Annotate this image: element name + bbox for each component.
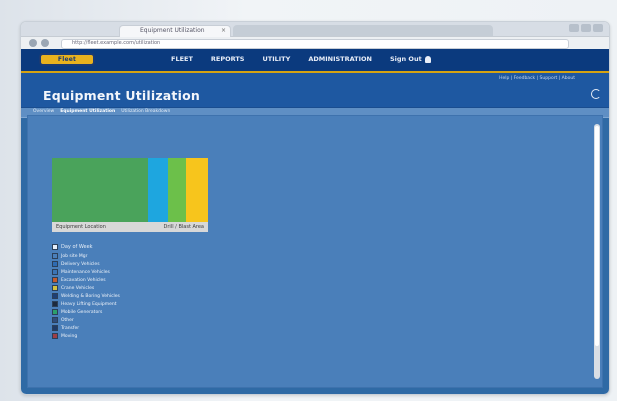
tab-close-icon[interactable]: ×	[221, 27, 226, 34]
legend-label: Moving	[61, 333, 78, 339]
treemap-right-label: Drill / Blast Area	[163, 224, 204, 230]
legend-item[interactable]: Excavation Vehicles	[52, 276, 120, 284]
legend-header-label: Day of Week	[61, 244, 93, 250]
app-logo[interactable]: Fleet	[39, 53, 95, 66]
treemap-block-secondary[interactable]	[148, 158, 168, 222]
legend-swatch	[52, 261, 58, 267]
breadcrumb-equipment-utilization[interactable]: Equipment Utilization	[60, 109, 115, 114]
minimize-icon[interactable]	[569, 24, 579, 32]
tab-title: Equipment Utilization	[140, 27, 205, 34]
legend-label: Mobile Generators	[61, 309, 103, 315]
main-nav: FLEET REPORTS UTILITY ADMINISTRATION Sig…	[171, 55, 431, 63]
refresh-icon[interactable]	[591, 89, 601, 99]
breadcrumb-list: Overview Equipment Utilization Utilizati…	[21, 109, 170, 114]
nav-user-label: Sign Out	[389, 55, 422, 63]
breadcrumb-overview[interactable]: Overview	[33, 109, 54, 114]
nav-user[interactable]: Sign Out	[390, 55, 431, 63]
legend-swatch	[52, 293, 58, 299]
legend-item[interactable]: Maintenance Vehicles	[52, 268, 120, 276]
legend-item[interactable]: Moving	[52, 332, 120, 340]
legend-item[interactable]: Delivery Vehicles	[52, 260, 120, 268]
tab-equipment-utilization[interactable]: Equipment Utilization ×	[119, 25, 231, 37]
treemap-left-label: Equipment Location	[56, 224, 106, 230]
legend-swatch	[52, 253, 58, 259]
legend: Day of Week Job site Mgr Delivery Vehicl…	[52, 244, 120, 340]
forward-icon[interactable]	[41, 39, 49, 47]
legend-label: Job site Mgr	[61, 253, 88, 259]
top-links[interactable]: Help | Feedback | Support | About	[499, 76, 575, 81]
back-icon[interactable]	[29, 39, 37, 47]
legend-item[interactable]: Crane Vehicles	[52, 284, 120, 292]
legend-swatch	[52, 325, 58, 331]
legend-label: Welding & Boring Vehicles	[61, 293, 120, 299]
maximize-icon[interactable]	[581, 24, 591, 32]
legend-label: Heavy Lifting Equipment	[61, 301, 117, 307]
browser-window: Equipment Utilization × http://fleet.exa…	[20, 21, 610, 395]
legend-swatch	[52, 277, 58, 283]
legend-swatch	[52, 309, 58, 315]
legend-swatch	[52, 285, 58, 291]
legend-item[interactable]: Other	[52, 316, 120, 324]
legend-item[interactable]: Mobile Generators	[52, 308, 120, 316]
legend-header: Day of Week	[52, 244, 120, 250]
utilization-treemap[interactable]: Equipment Location Drill / Blast Area	[52, 158, 208, 232]
legend-swatch	[52, 269, 58, 275]
legend-swatch	[52, 301, 58, 307]
legend-label: Excavation Vehicles	[61, 277, 106, 283]
legend-label: Delivery Vehicles	[61, 261, 100, 267]
nav-reports[interactable]: REPORTS	[211, 55, 245, 63]
close-window-icon[interactable]	[593, 24, 603, 32]
treemap-block-main[interactable]	[52, 158, 148, 222]
nav-utility[interactable]: UTILITY	[262, 55, 290, 63]
nav-fleet[interactable]: FLEET	[171, 55, 193, 63]
legend-swatch	[52, 317, 58, 323]
url-text: http://fleet.example.com/utilization	[72, 40, 161, 46]
legend-item[interactable]: Job site Mgr	[52, 252, 120, 260]
legend-swatch	[52, 333, 58, 339]
tab-strip: Equipment Utilization ×	[21, 22, 609, 37]
tab-other[interactable]	[233, 25, 493, 36]
logo-text: Fleet	[57, 56, 77, 63]
legend-item[interactable]: Heavy Lifting Equipment	[52, 300, 120, 308]
legend-label: Crane Vehicles	[61, 285, 95, 291]
url-input[interactable]: http://fleet.example.com/utilization	[61, 39, 569, 49]
treemap-block-tertiary[interactable]	[168, 158, 186, 222]
content-panel: Equipment Location Drill / Blast Area Da…	[27, 115, 603, 388]
legend-item[interactable]: Transfer	[52, 324, 120, 332]
scrollbar-thumb[interactable]	[595, 126, 599, 346]
title-bar: Help | Feedback | Support | About Equipm…	[21, 73, 609, 107]
legend-label: Transfer	[61, 325, 80, 331]
app-viewport: Fleet FLEET REPORTS UTILITY ADMINISTRATI…	[21, 49, 609, 394]
treemap-label-strip: Equipment Location Drill / Blast Area	[52, 222, 208, 232]
treemap-block-other[interactable]	[186, 158, 208, 222]
vertical-scrollbar[interactable]	[594, 124, 600, 379]
legend-header-swatch	[52, 244, 58, 250]
breadcrumb-utilization-breakdown[interactable]: Utilization Breakdown	[121, 109, 170, 114]
legend-label: Maintenance Vehicles	[61, 269, 110, 275]
page-title: Equipment Utilization	[43, 88, 200, 103]
legend-item[interactable]: Welding & Boring Vehicles	[52, 292, 120, 300]
legend-label: Other	[61, 317, 74, 323]
user-icon	[424, 55, 431, 63]
nav-administration[interactable]: ADMINISTRATION	[308, 55, 372, 63]
top-navigation-bar: Fleet FLEET REPORTS UTILITY ADMINISTRATI…	[21, 49, 609, 73]
